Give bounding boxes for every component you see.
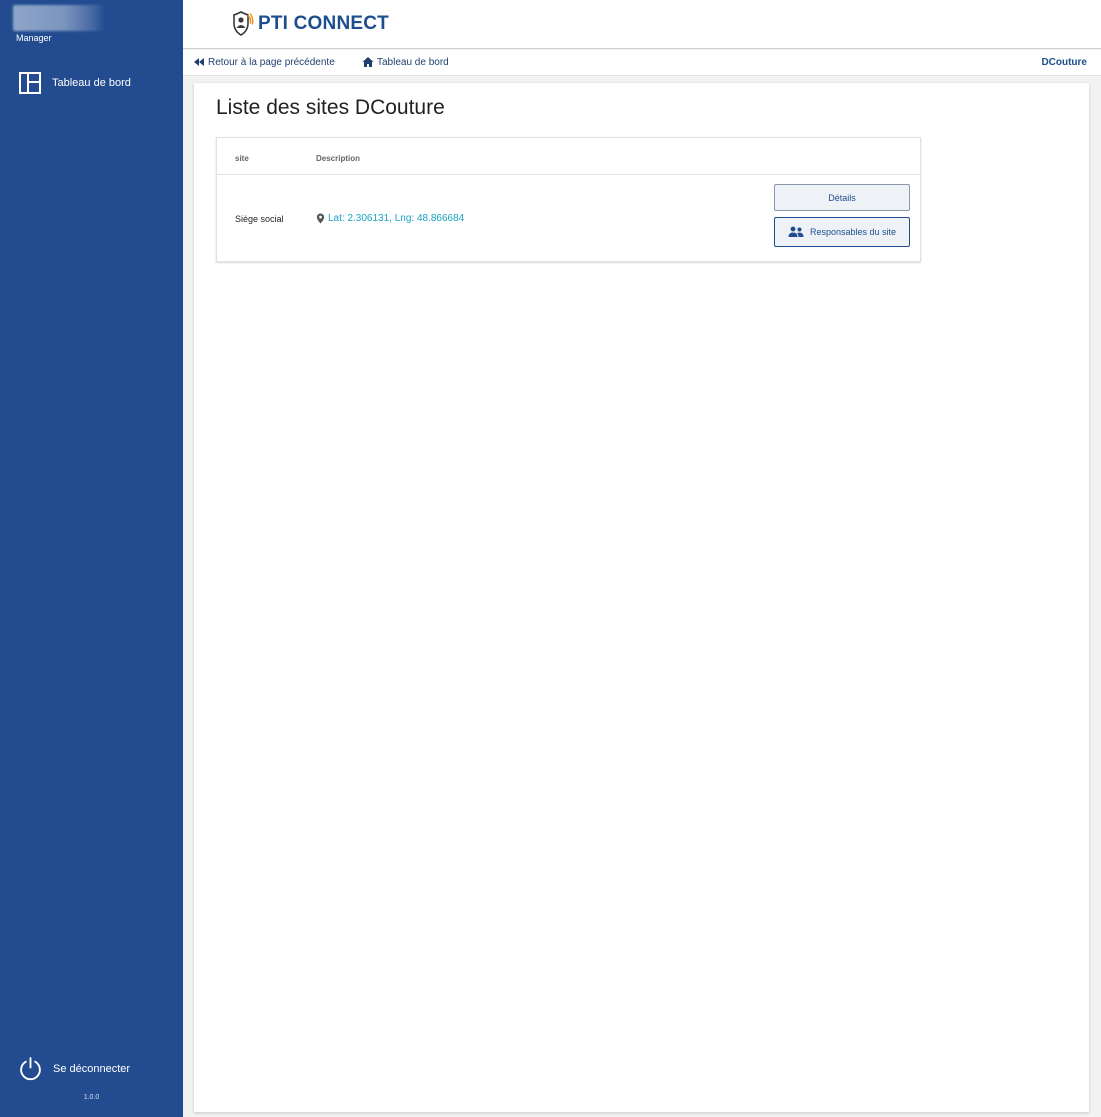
home-icon <box>362 57 374 67</box>
power-icon <box>20 1057 41 1081</box>
table-header: site Description <box>217 138 920 175</box>
site-name: Siège social <box>235 214 284 224</box>
sites-table: site Description Siège social Lat: 2.306… <box>216 137 921 262</box>
site-managers-label: Responsables du site <box>809 227 897 237</box>
logout-button[interactable]: Se déconnecter <box>18 1056 130 1081</box>
column-header-site: site <box>235 154 249 163</box>
breadcrumb: Retour à la page précédente Tableau de b… <box>183 50 1101 76</box>
pti-shield-icon <box>233 11 254 36</box>
logout-label: Se déconnecter <box>53 1062 131 1075</box>
user-name-blurred <box>13 5 105 31</box>
location-link[interactable]: Lat: 2.306131, Lng: 48.866684 <box>316 213 464 224</box>
sidebar: Manager Tableau de bord Se déconnecter 1… <box>0 0 183 1117</box>
map-marker-icon <box>316 213 325 224</box>
top-bar: PTI CONNECT <box>183 0 1101 49</box>
table-row: Siège social Lat: 2.306131, Lng: 48.8666… <box>217 176 920 262</box>
backward-icon <box>194 58 204 66</box>
brand-logo[interactable]: PTI CONNECT <box>228 11 389 37</box>
sidebar-item-dashboard[interactable]: Tableau de bord <box>18 71 131 95</box>
user-role: Manager <box>16 33 52 43</box>
home-link[interactable]: Tableau de bord <box>362 56 449 68</box>
details-button[interactable]: Détails <box>774 184 910 211</box>
back-link[interactable]: Retour à la page précédente <box>193 56 335 68</box>
back-link-label: Retour à la page précédente <box>208 56 335 68</box>
user-block: Manager <box>13 5 105 43</box>
app-version: 1.0.0 <box>83 1094 100 1101</box>
company-name: DCouture <box>1041 57 1087 68</box>
page-title: Liste des sites DCouture <box>216 96 445 119</box>
users-icon <box>788 226 804 237</box>
home-link-label: Tableau de bord <box>377 56 449 68</box>
dashboard-icon <box>19 72 41 94</box>
brand-name: PTI CONNECT <box>258 13 389 34</box>
site-managers-button[interactable]: Responsables du site <box>774 217 910 247</box>
location-coordinates: Lat: 2.306131, Lng: 48.866684 <box>328 213 465 224</box>
column-header-description: Description <box>316 154 361 163</box>
main-panel: Liste des sites DCouture site Descriptio… <box>194 83 1089 1112</box>
sidebar-item-label: Tableau de bord <box>52 77 131 89</box>
